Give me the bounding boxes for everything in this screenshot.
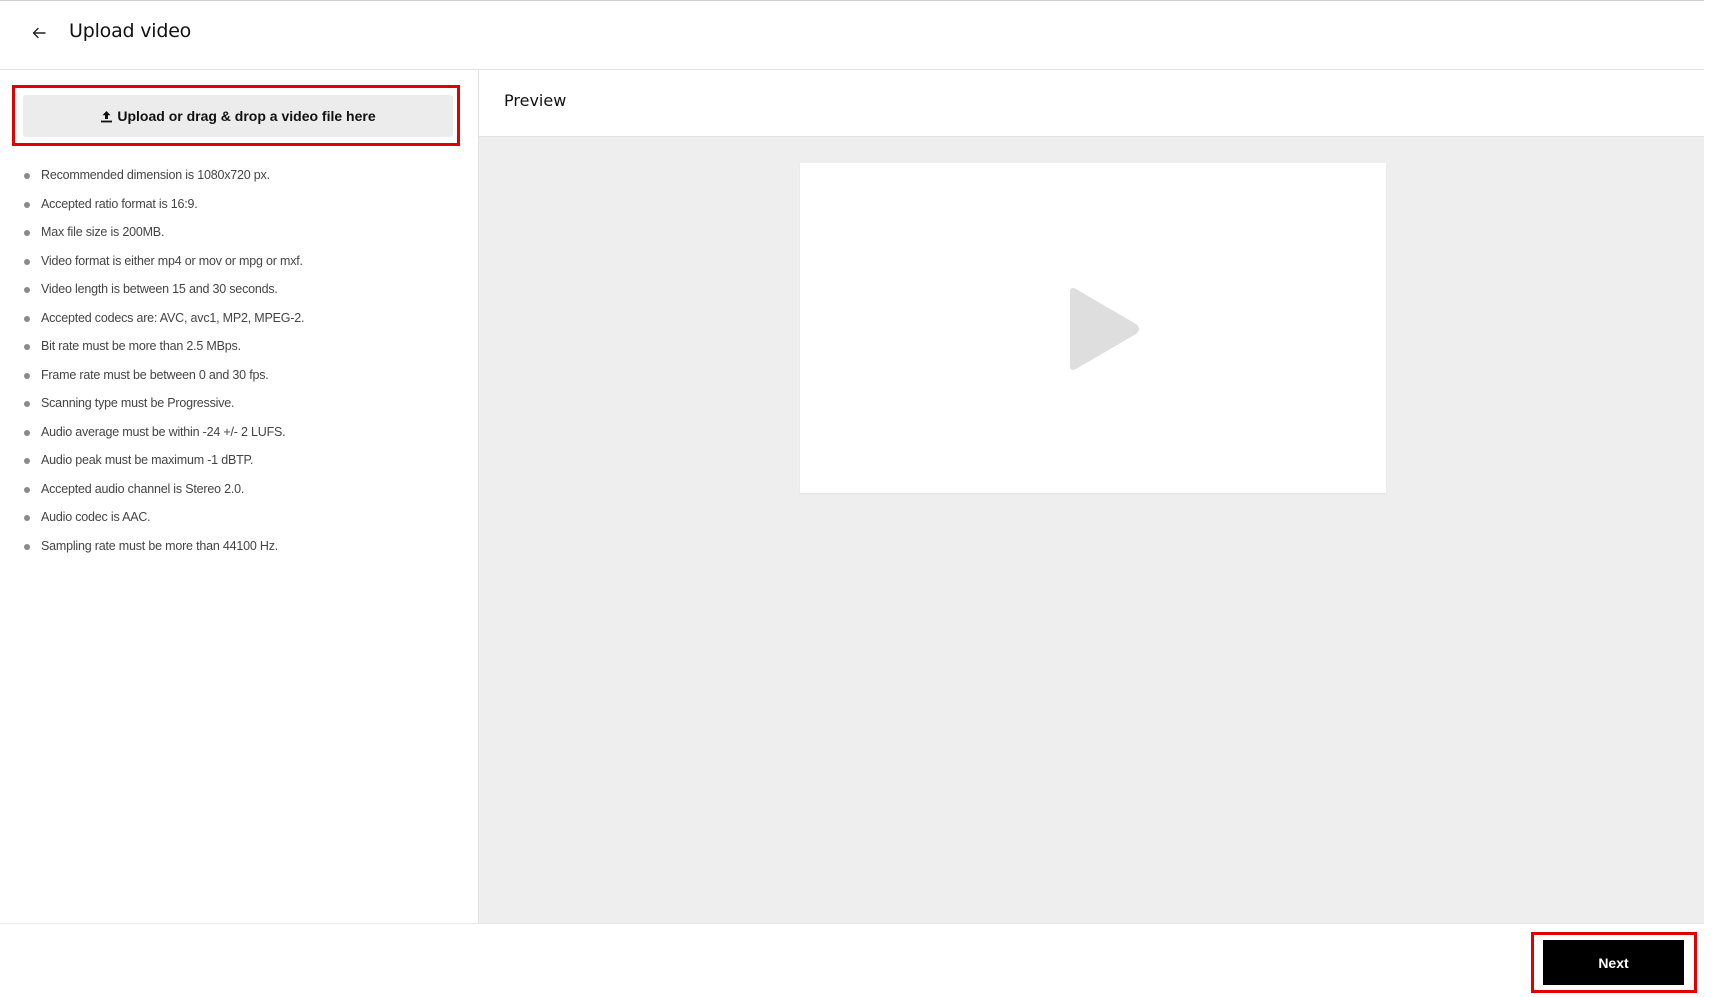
requirement-text: Video length is between 15 and 30 second… (41, 282, 278, 296)
requirement-item: Max file size is 200MB. (24, 224, 304, 253)
upload-icon (101, 110, 113, 122)
bullet-dot-icon (24, 372, 30, 379)
requirement-text: Accepted audio channel is Stereo 2.0. (41, 481, 245, 496)
bullet-dot-icon (24, 344, 30, 350)
preview-title: Preview (504, 91, 567, 110)
upload-video-button[interactable]: Upload or drag & drop a video file here (23, 95, 453, 137)
play-icon[interactable] (1062, 286, 1142, 372)
bullet-dot-icon (24, 458, 30, 464)
requirement-item: Frame rate must be between 0 and 30 fps. (24, 367, 304, 396)
preview-panel: Preview (479, 70, 1704, 923)
requirement-item: Video length is between 15 and 30 second… (24, 281, 304, 310)
bullet-dot-icon (24, 543, 30, 550)
requirement-item: Recommended dimension is 1080x720 px. (24, 167, 304, 196)
requirement-item: Accepted codecs are: AVC, avc1, MP2, MPE… (24, 310, 305, 339)
requirement-text: Sampling rate must be more than 44100 Hz… (41, 538, 279, 553)
requirement-text: Max file size is 200MB. (41, 225, 165, 239)
requirement-text: Recommended dimension is 1080x720 px. (41, 168, 270, 182)
bullet-dot-icon (24, 287, 30, 293)
bullet-dot-icon (24, 515, 30, 521)
arrow-left-icon (32, 27, 46, 39)
back-button[interactable] (27, 19, 51, 47)
right-gutter (1704, 0, 1730, 996)
page-title: Upload video (69, 20, 192, 42)
requirement-item: Video format is either mp4 or mov or mpg… (24, 253, 304, 282)
requirement-text: Accepted ratio format is 16:9. (41, 196, 198, 211)
preview-header: Preview (479, 70, 1704, 137)
requirement-text: Video format is either mp4 or mov or mpg… (41, 253, 303, 268)
requirement-text: Scanning type must be Progressive. (41, 396, 235, 410)
requirement-text: Bit rate must be more than 2.5 MBps. (41, 339, 241, 353)
upload-button-label: Upload or drag & drop a video file here (117, 108, 376, 124)
next-button[interactable]: Next (1543, 940, 1684, 985)
bullet-dot-icon (24, 230, 30, 236)
bullet-dot-icon (24, 401, 30, 407)
page-header: Upload video (0, 1, 1704, 70)
bullet-dot-icon (24, 486, 30, 493)
requirement-text: Accepted codecs are: AVC, avc1, MP2, MPE… (41, 310, 305, 325)
requirement-item: Audio codec is AAC. (24, 509, 304, 538)
bullet-dot-icon (24, 258, 30, 265)
bullet-dot-icon (24, 315, 30, 322)
bullet-dot-icon (24, 173, 30, 179)
bullet-dot-icon (24, 201, 30, 208)
requirement-item: Sampling rate must be more than 44100 Hz… (24, 538, 304, 567)
upload-panel: Upload or drag & drop a video file here … (0, 70, 479, 923)
bullet-dot-icon (24, 429, 30, 436)
footer-bar (0, 923, 1704, 997)
video-preview-area (800, 163, 1386, 493)
requirement-text: Audio peak must be maximum -1 dBTP. (41, 453, 254, 467)
requirement-item: Accepted ratio format is 16:9. (24, 196, 304, 225)
requirement-text: Audio average must be within -24 +/- 2 L… (41, 424, 286, 439)
requirement-text: Frame rate must be between 0 and 30 fps. (41, 367, 269, 382)
requirement-item: Audio peak must be maximum -1 dBTP. (24, 452, 304, 481)
requirement-item: Bit rate must be more than 2.5 MBps. (24, 338, 304, 367)
requirements-list: Recommended dimension is 1080x720 px. Acc… (24, 167, 305, 567)
requirement-text: Audio codec is AAC. (41, 510, 151, 524)
requirement-item: Accepted audio channel is Stereo 2.0. (24, 481, 304, 510)
requirement-item: Audio average must be within -24 +/- 2 L… (24, 424, 304, 453)
requirement-item: Scanning type must be Progressive. (24, 395, 304, 424)
